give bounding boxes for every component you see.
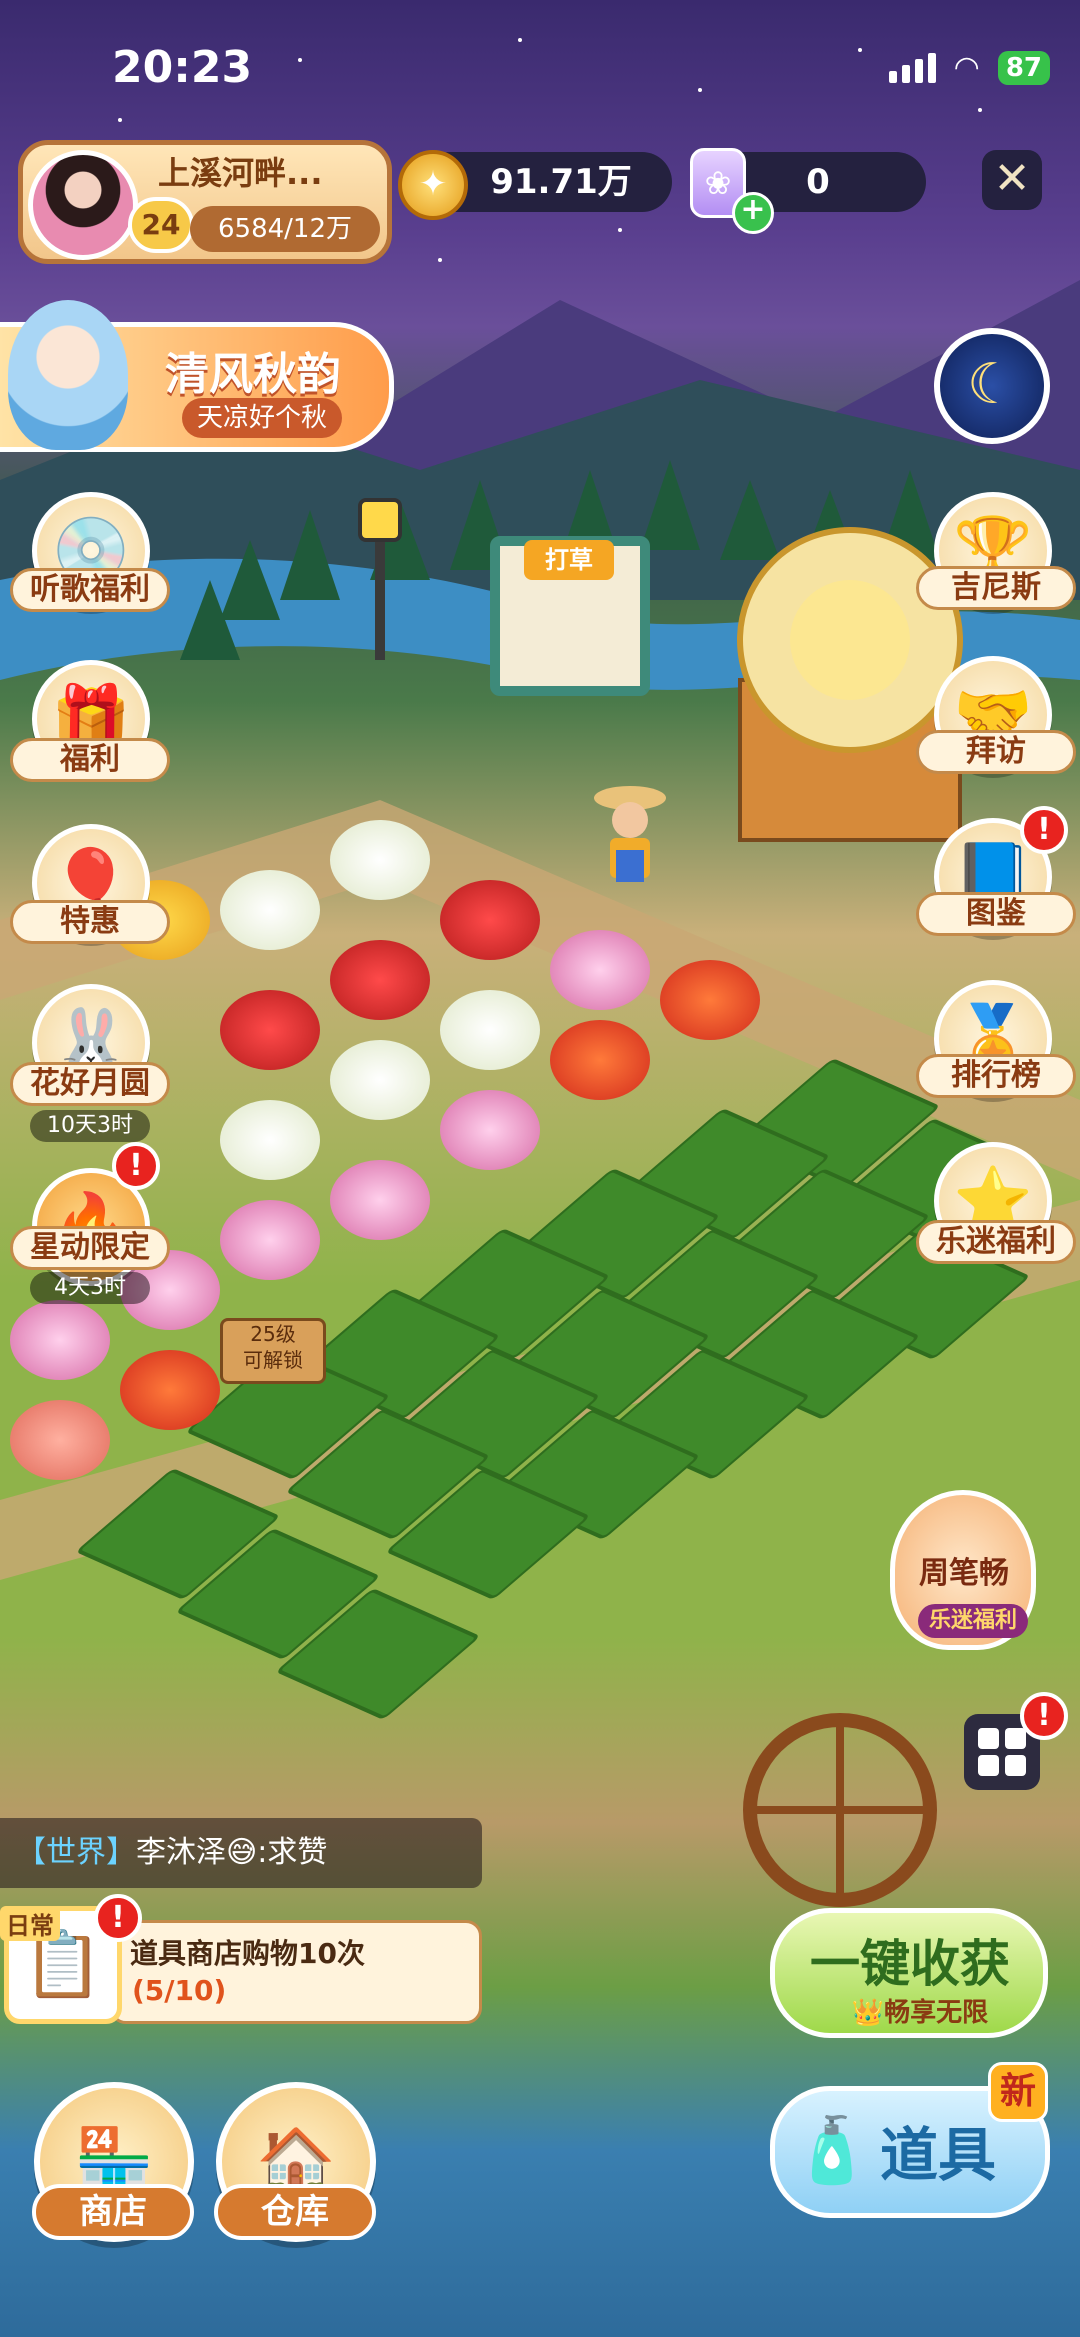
task-title: 道具商店购物10次 xyxy=(130,1937,365,1970)
chat-message: 李沐泽😅:求赞 xyxy=(136,1835,328,1870)
chat-channel: 【世界】 xyxy=(16,1835,136,1870)
welfare-label: 福利 xyxy=(10,738,170,782)
pansy-crop[interactable] xyxy=(10,1300,110,1380)
notice-board-title: 打草 xyxy=(524,540,614,580)
visit-label: 拜访 xyxy=(916,730,1076,774)
new-badge: 新 xyxy=(988,2062,1048,2122)
unlock-level-sign: 25级 可解锁 xyxy=(220,1318,326,1384)
daily-tag: 日常 xyxy=(0,1906,60,1941)
white-flower-crop[interactable] xyxy=(440,990,540,1070)
event-title: 清风秋韵 xyxy=(165,349,341,400)
unlock-level: 25级 xyxy=(250,1322,296,1346)
peach-tree-crop[interactable] xyxy=(10,1400,110,1480)
props-label: 道具 xyxy=(880,2121,997,2189)
rose-crop[interactable] xyxy=(330,940,430,1020)
task-progress: (5/10) xyxy=(132,1974,227,2007)
special-offer-label: 特惠 xyxy=(10,900,170,944)
pansy-crop[interactable] xyxy=(330,1160,430,1240)
event-character-icon xyxy=(8,300,128,450)
music-reward-label: 听歌福利 xyxy=(10,568,170,612)
status-icons: ◠ 87 xyxy=(888,50,1050,85)
warehouse-label: 仓库 xyxy=(214,2184,376,2240)
pepper-crop[interactable] xyxy=(120,1350,220,1430)
spray-bottle-icon: 🧴 xyxy=(792,2114,872,2188)
leaderboard-label: 排行榜 xyxy=(916,1054,1076,1098)
harvest-all-label: 一键收获 xyxy=(810,1935,1010,1993)
pansy-crop[interactable] xyxy=(550,930,650,1010)
white-flower-crop[interactable] xyxy=(330,1040,430,1120)
signal-icon xyxy=(888,52,936,83)
white-flower-crop[interactable] xyxy=(330,820,430,900)
moon-festival-label: 花好月圆 xyxy=(10,1062,170,1106)
white-flower-crop[interactable] xyxy=(220,1100,320,1180)
pansy-crop[interactable] xyxy=(440,1090,540,1170)
guinness-label: 吉尼斯 xyxy=(916,566,1076,610)
menu-alert-badge: ! xyxy=(1020,1692,1068,1740)
collection-alert-badge: ! xyxy=(1020,806,1068,854)
artist-promo-tag: 乐迷福利 xyxy=(918,1604,1028,1638)
fan-reward-label: 乐迷福利 xyxy=(916,1220,1076,1264)
star-limited-alert-badge: ! xyxy=(112,1142,160,1190)
grid-cell xyxy=(978,1728,999,1749)
white-flower-crop[interactable] xyxy=(220,870,320,950)
artist-name: 周笔畅 xyxy=(919,1556,1009,1591)
harvest-subtitle: 👑畅享无限 xyxy=(820,1992,1020,2028)
star-limited-label: 星动限定 xyxy=(10,1226,170,1270)
crown-icon: 👑 xyxy=(851,1998,885,2028)
exp-bar: 6584/12万 xyxy=(190,206,380,252)
shop-label: 商店 xyxy=(32,2184,194,2240)
rose-crop[interactable] xyxy=(220,990,320,1070)
level-badge: 24 xyxy=(128,197,194,253)
pepper-crop[interactable] xyxy=(550,1020,650,1100)
avatar[interactable] xyxy=(28,150,138,260)
unlock-text: 可解锁 xyxy=(243,1348,303,1372)
pepper-crop[interactable] xyxy=(660,960,760,1040)
player-name: 上溪河畔... xyxy=(158,154,323,192)
pansy-crop[interactable] xyxy=(220,1200,320,1280)
event-subtitle: 天凉好个秋 xyxy=(182,398,342,438)
star-limited-timer: 4天3时 xyxy=(30,1272,150,1304)
grid-cell xyxy=(978,1755,999,1776)
night-mode-toggle[interactable]: ☾ xyxy=(934,328,1050,444)
battery-indicator: 87 xyxy=(997,50,1050,85)
collection-label: 图鉴 xyxy=(916,892,1076,936)
world-chat-bar[interactable]: 【世界】李沐泽😅:求赞 xyxy=(0,1818,482,1888)
close-button[interactable]: ✕ xyxy=(982,150,1042,210)
add-gem-button[interactable]: + xyxy=(732,192,774,234)
coin-icon: ✦ xyxy=(398,150,468,220)
harvest-sub-text: 畅享无限 xyxy=(884,1998,989,2028)
water-wheel xyxy=(743,1713,937,1907)
moon-festival-timer: 10天3时 xyxy=(30,1110,150,1142)
grid-cell xyxy=(1005,1755,1026,1776)
moon-icon: ☾ xyxy=(966,352,1018,417)
status-time: 20:23 xyxy=(112,42,253,93)
grid-cell xyxy=(1005,1728,1026,1749)
rose-crop[interactable] xyxy=(440,880,540,960)
wifi-icon: ◠ xyxy=(953,50,980,85)
